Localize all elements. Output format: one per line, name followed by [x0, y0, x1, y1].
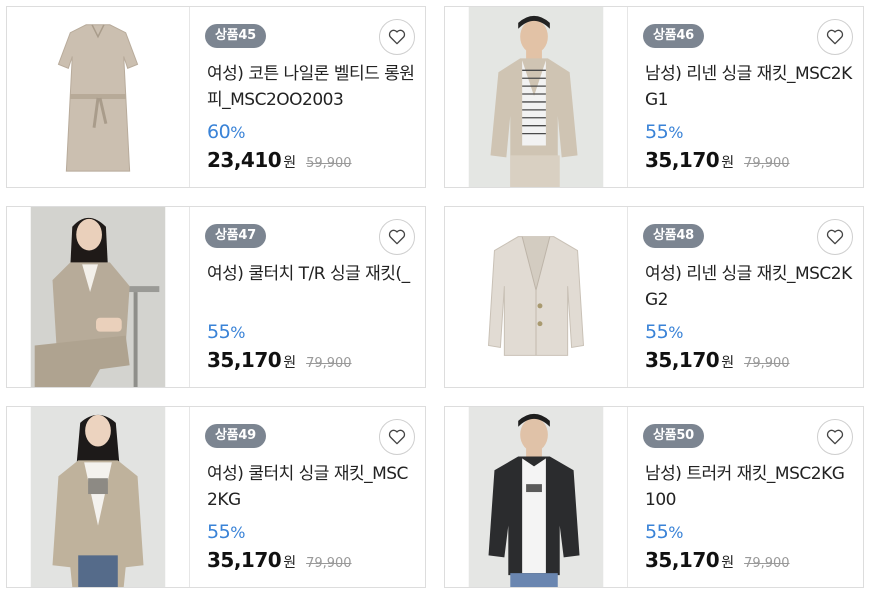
product-title[interactable]: 남성) 리넨 싱글 재킷_MSC2KG1 [645, 61, 853, 113]
product-image-area[interactable] [7, 7, 190, 187]
product-image-dress[interactable] [30, 7, 166, 187]
heart-icon [388, 29, 406, 45]
product-image-area[interactable] [7, 407, 190, 587]
product-image-woman-blazer[interactable] [30, 407, 166, 587]
product-card[interactable]: 상품47 여성) 쿨터치 T/R 싱글 재킷(_ 55% 35,170 원 79,9… [6, 206, 426, 388]
product-number-badge: 상품48 [643, 224, 704, 248]
wishlist-button[interactable] [379, 419, 415, 455]
original-price: 79,900 [744, 156, 790, 171]
wishlist-button[interactable] [379, 219, 415, 255]
wishlist-button[interactable] [379, 19, 415, 55]
product-card[interactable]: 상품48 여성) 리넨 싱글 재킷_MSC2KG2 55% 35,170 원 79,… [444, 206, 864, 388]
currency-unit: 원 [721, 555, 735, 571]
product-card[interactable]: 상품49 여성) 쿨터치 싱글 재킷_MSC2KG 55% 35,170 원 79,… [6, 406, 426, 588]
wishlist-button[interactable] [817, 219, 853, 255]
sale-price: 35,170 [207, 348, 282, 372]
product-card[interactable]: 상품45 여성) 코튼 나일론 벨티드 롱원피_MSC2OO2003 60% 2… [6, 6, 426, 188]
price-row: 35,170 원 79,900 [207, 548, 352, 572]
currency-unit: 원 [283, 155, 297, 171]
wishlist-button[interactable] [817, 19, 853, 55]
wishlist-button[interactable] [817, 419, 853, 455]
discount-rate: 55% [645, 521, 683, 543]
heart-icon [826, 29, 844, 45]
product-card[interactable]: 상품46 남성) 리넨 싱글 재킷_MSC2KG1 55% 35,170 원 79,… [444, 6, 864, 188]
currency-unit: 원 [283, 355, 297, 371]
product-number-badge: 상품46 [643, 24, 704, 48]
product-title[interactable]: 남성) 트러커 재킷_MSC2KG100 [645, 461, 853, 513]
discount-rate: 60% [207, 121, 245, 143]
sale-price: 35,170 [645, 348, 720, 372]
product-image-jacket-flat[interactable] [468, 207, 604, 387]
discount-rate: 55% [207, 321, 245, 343]
product-image-man-trucker[interactable] [468, 407, 604, 587]
original-price: 59,900 [306, 156, 352, 171]
product-image-man-jacket[interactable] [468, 7, 604, 187]
product-number-badge: 상품47 [205, 224, 266, 248]
discount-rate: 55% [645, 321, 683, 343]
price-row: 35,170 원 79,900 [207, 348, 352, 372]
heart-icon [388, 229, 406, 245]
product-image-area[interactable] [445, 7, 628, 187]
product-number-badge: 상품50 [643, 424, 704, 448]
product-title[interactable]: 여성) 코튼 나일론 벨티드 롱원피_MSC2OO2003 [207, 61, 415, 113]
product-title[interactable]: 여성) 쿨터치 싱글 재킷_MSC2KG [207, 461, 415, 513]
original-price: 79,900 [306, 556, 352, 571]
sale-price: 35,170 [645, 148, 720, 172]
sale-price: 35,170 [207, 548, 282, 572]
sale-price: 23,410 [207, 148, 282, 172]
product-image-area[interactable] [445, 407, 628, 587]
price-row: 35,170 원 79,900 [645, 548, 790, 572]
heart-icon [388, 429, 406, 445]
discount-rate: 55% [207, 521, 245, 543]
product-number-badge: 상품49 [205, 424, 266, 448]
product-image-woman-suit[interactable] [30, 207, 166, 387]
price-row: 35,170 원 79,900 [645, 148, 790, 172]
currency-unit: 원 [283, 555, 297, 571]
price-row: 35,170 원 79,900 [645, 348, 790, 372]
product-title[interactable]: 여성) 리넨 싱글 재킷_MSC2KG2 [645, 261, 853, 313]
product-image-area[interactable] [445, 207, 628, 387]
price-row: 23,410 원 59,900 [207, 148, 352, 172]
product-image-area[interactable] [7, 207, 190, 387]
currency-unit: 원 [721, 155, 735, 171]
original-price: 79,900 [744, 556, 790, 571]
product-card[interactable]: 상품50 남성) 트러커 재킷_MSC2KG100 55% 35,170 원 79,… [444, 406, 864, 588]
heart-icon [826, 229, 844, 245]
original-price: 79,900 [744, 356, 790, 371]
discount-rate: 55% [645, 121, 683, 143]
heart-icon [826, 429, 844, 445]
product-number-badge: 상품45 [205, 24, 266, 48]
sale-price: 35,170 [645, 548, 720, 572]
original-price: 79,900 [306, 356, 352, 371]
currency-unit: 원 [721, 355, 735, 371]
product-title[interactable]: 여성) 쿨터치 T/R 싱글 재킷(_ [207, 261, 415, 287]
